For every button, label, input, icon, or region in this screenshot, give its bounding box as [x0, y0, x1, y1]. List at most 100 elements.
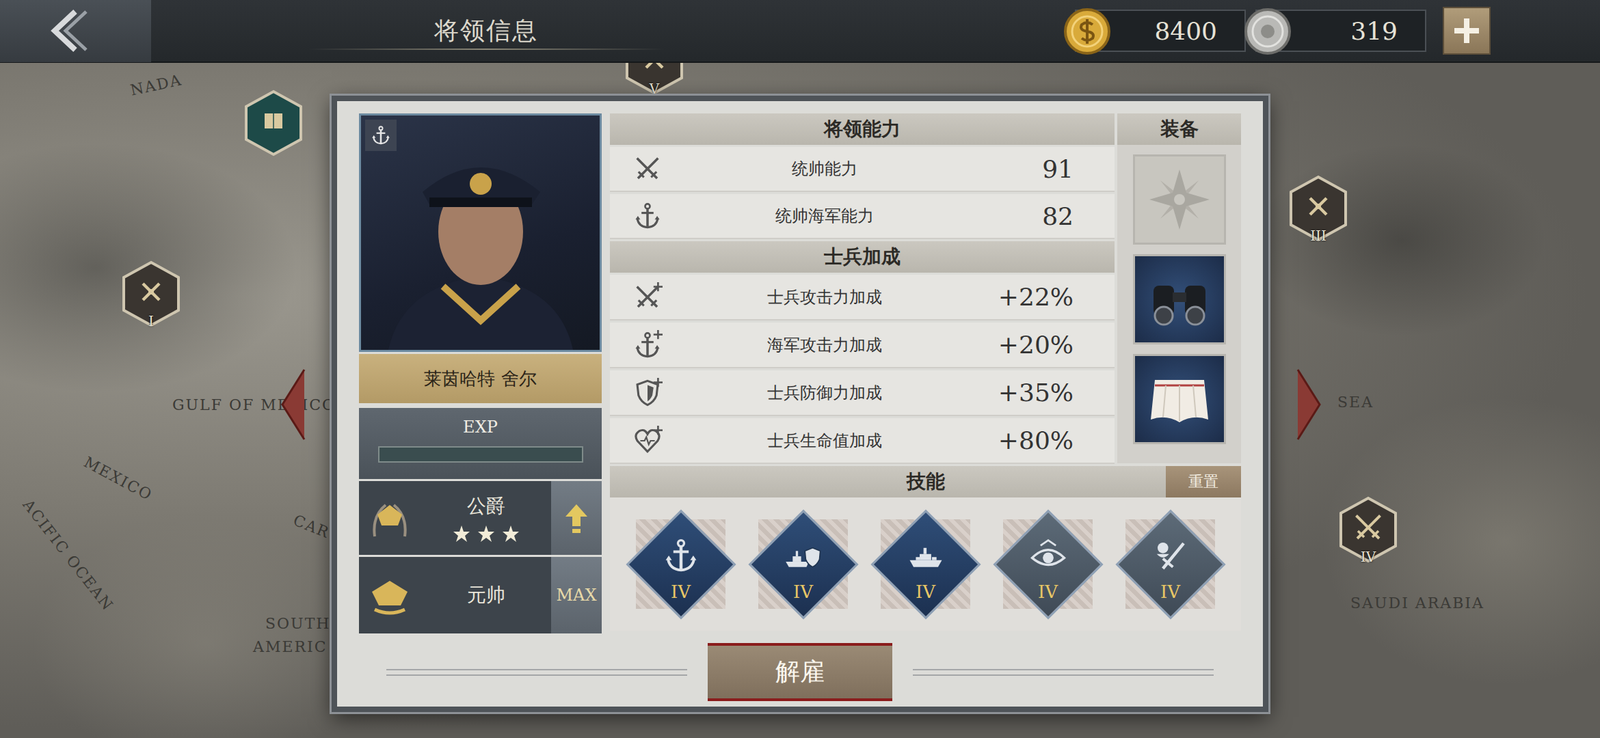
- back-chevron-icon: [47, 7, 89, 55]
- cloth-icon: [1145, 365, 1214, 434]
- binoculars-icon: [1145, 265, 1214, 334]
- stat-row: 统帅海军能力82: [609, 194, 1115, 240]
- eye-icon: [1029, 536, 1068, 576]
- rank-insignia-icon: [365, 571, 415, 620]
- abilities-panel: 将领能力统帅能力91统帅海军能力82士兵加成士兵攻击力加成+22%海军攻击力加成…: [609, 113, 1115, 464]
- currency-box: 319: [1255, 9, 1427, 52]
- equipment-slot[interactable]: [1132, 154, 1226, 245]
- gold-coin-icon: [1062, 6, 1112, 57]
- map-label: AMERIC: [252, 638, 328, 656]
- plus-icon: [1451, 15, 1482, 46]
- top-bar: 将领信息 8400 319: [0, 0, 1600, 63]
- general-profile: 莱茵哈特 舍尔 EXP 公爵元帅 MAX: [358, 113, 602, 634]
- page-title: 将领信息: [434, 14, 539, 48]
- stat-value: +80%: [964, 426, 1115, 455]
- section-header: 装备: [1117, 113, 1242, 145]
- stat-label: 统帅能力: [685, 157, 965, 180]
- skill-level: IV: [990, 581, 1107, 603]
- title-laurel-icon: [365, 495, 415, 541]
- dialog-footer: 解雇: [358, 643, 1242, 702]
- silver-medal-icon: [1243, 6, 1293, 57]
- exp-panel: EXP: [358, 408, 602, 480]
- rank-row: 元帅 MAX: [358, 557, 602, 634]
- pin-numeral: I: [148, 313, 154, 330]
- stat-value: +20%: [964, 330, 1115, 359]
- prev-general-arrow-icon: [276, 367, 310, 443]
- skill-item[interactable]: IV: [1112, 506, 1229, 623]
- currency-box: 8400: [1074, 9, 1246, 52]
- star-icon: [452, 525, 471, 543]
- equipment-panel: 装备: [1117, 113, 1242, 464]
- general-info-dialog: 莱茵哈特 舍尔EXP公爵元帅MAX将领能力统帅能力91统帅海军能力82士兵加成士…: [331, 95, 1269, 713]
- stat-row: 士兵生命值加成+80%: [609, 418, 1115, 465]
- skill-level: IV: [867, 581, 984, 603]
- back-button[interactable]: [0, 0, 152, 63]
- stat-label: 士兵攻击力加成: [685, 286, 965, 309]
- title-row: 公爵: [358, 481, 602, 556]
- skill-level: IV: [1112, 581, 1229, 603]
- anchor-icon: [661, 536, 701, 576]
- up-arrow-icon: [562, 501, 591, 535]
- anchor-icon: [369, 124, 392, 147]
- map-pin[interactable]: I: [119, 259, 183, 331]
- equipment-slot[interactable]: [1132, 254, 1226, 345]
- exp-label: EXP: [462, 417, 498, 437]
- skill-item[interactable]: IV: [745, 506, 862, 623]
- shield-icon: [632, 378, 663, 409]
- dialog-body: 莱茵哈特 舍尔EXP公爵元帅MAX将领能力统帅能力91统帅海军能力82士兵加成士…: [358, 113, 1242, 634]
- anchor-icon: [632, 330, 663, 361]
- reset-skills-button[interactable]: 重置: [1165, 466, 1242, 498]
- stat-row: 统帅能力91: [609, 147, 1115, 193]
- heart-icon: [632, 425, 663, 457]
- next-general-arrow[interactable]: [1292, 367, 1326, 443]
- anchor-icon: [632, 201, 663, 232]
- stat-label: 士兵防御力加成: [685, 382, 965, 405]
- dismiss-button[interactable]: 解雇: [707, 643, 893, 702]
- map-label: SOUTH: [265, 615, 331, 633]
- map-label: SEA: [1337, 393, 1374, 411]
- stat-value: +35%: [964, 378, 1115, 407]
- equipment-slot[interactable]: [1132, 354, 1226, 445]
- map-pin[interactable]: IV: [1336, 495, 1400, 567]
- add-currency-button[interactable]: [1442, 6, 1491, 55]
- pin-numeral: III: [1310, 227, 1327, 245]
- exp-bar: [378, 446, 584, 463]
- upgrade-title-button[interactable]: [551, 481, 602, 556]
- title-area: 将领信息: [294, 0, 678, 63]
- next-general-arrow-icon: [1292, 367, 1326, 443]
- pin-numeral: V: [649, 80, 660, 98]
- swords-icon: [632, 282, 663, 313]
- skills-row: IVIVIVIVIV: [609, 497, 1242, 632]
- currency-value: 319: [1350, 17, 1398, 46]
- star-icon: [477, 525, 496, 543]
- star-icon: [501, 525, 520, 543]
- general-stats: 将领能力统帅能力91统帅海军能力82士兵加成士兵攻击力加成+22%海军攻击力加成…: [609, 113, 1242, 634]
- shipshield-icon: [784, 536, 823, 576]
- section-header: 士兵加成: [609, 241, 1115, 273]
- skill-item[interactable]: IV: [990, 506, 1107, 623]
- general-portrait: [358, 113, 602, 353]
- navy-badge: [365, 119, 397, 152]
- skill-item[interactable]: IV: [867, 506, 984, 623]
- rank-max-button[interactable]: MAX: [551, 557, 602, 634]
- skill-item[interactable]: IV: [622, 506, 740, 623]
- noble-title: 公爵: [467, 493, 506, 520]
- sword-icon: [1151, 536, 1190, 576]
- star-rating: [452, 525, 520, 543]
- stat-row: 士兵攻击力加成+22%: [609, 274, 1115, 321]
- swords-icon: [632, 153, 663, 184]
- map-pin[interactable]: III: [1286, 174, 1350, 246]
- currency-group: 8400 319: [1074, 6, 1491, 55]
- prev-general-arrow[interactable]: [276, 367, 310, 443]
- stat-label: 海军攻击力加成: [685, 334, 965, 357]
- general-name: 莱茵哈特 舍尔: [358, 354, 602, 404]
- stat-label: 士兵生命值加成: [685, 430, 965, 452]
- skill-level: IV: [622, 581, 740, 603]
- section-header: 技能重置: [609, 466, 1242, 498]
- stat-row: 海军攻击力加成+20%: [609, 322, 1115, 369]
- stat-value: +22%: [964, 283, 1115, 312]
- section-header: 将领能力: [609, 113, 1115, 145]
- military-rank: 元帅: [467, 582, 506, 609]
- ship-icon: [906, 536, 945, 576]
- map-pin[interactable]: [242, 88, 305, 160]
